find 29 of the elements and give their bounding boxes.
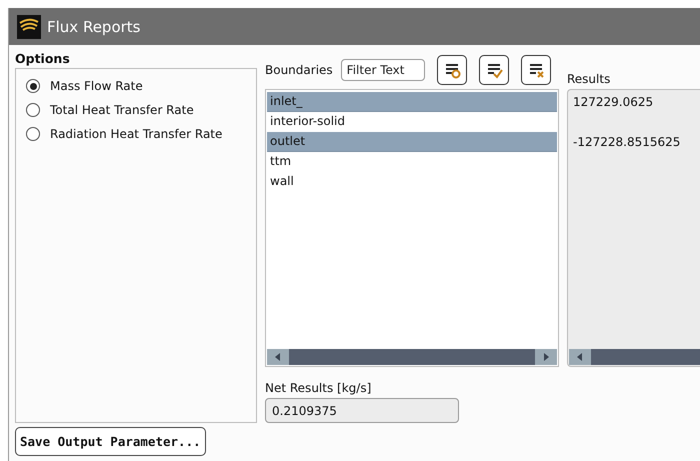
radio-button[interactable]: [26, 79, 40, 93]
options-title: Options: [15, 51, 71, 68]
net-results-field[interactable]: 0.2109375: [265, 398, 459, 423]
horizontal-scrollbar[interactable]: [267, 349, 557, 365]
scroll-right-icon[interactable]: [541, 352, 551, 362]
radio-label: Mass Flow Rate: [50, 79, 143, 93]
radio-button[interactable]: [26, 127, 40, 141]
filter-field[interactable]: Filter Text: [340, 59, 425, 81]
boundaries-label: Boundaries: [265, 63, 333, 77]
results-label: Results: [567, 72, 612, 88]
radio-button[interactable]: [26, 103, 40, 117]
radio-label: Total Heat Transfer Rate: [50, 103, 194, 117]
result-value: 127229.0625: [573, 95, 654, 109]
scroll-left-icon[interactable]: [273, 352, 283, 362]
boundary-item[interactable]: inlet_: [267, 92, 557, 112]
boundary-item[interactable]: outlet: [267, 132, 557, 152]
boundary-item[interactable]: wall: [267, 172, 557, 192]
app-logo-icon: [17, 14, 41, 38]
scroll-left-icon[interactable]: [575, 352, 585, 362]
radio-label: Radiation Heat Transfer Rate: [50, 127, 222, 141]
horizontal-scrollbar[interactable]: [569, 349, 700, 365]
select-all-icon[interactable]: [478, 55, 509, 85]
deselect-all-icon[interactable]: [520, 55, 551, 85]
window-title: Flux Reports: [47, 18, 140, 36]
save-output-parameter-button[interactable]: Save Output Parameter...: [15, 427, 206, 456]
net-results-label: Net Results [kg/s]: [265, 381, 372, 395]
result-value: -127228.8515625: [573, 135, 680, 149]
boundary-item[interactable]: interior-solid: [267, 112, 557, 132]
boundary-item[interactable]: ttm: [267, 152, 557, 172]
